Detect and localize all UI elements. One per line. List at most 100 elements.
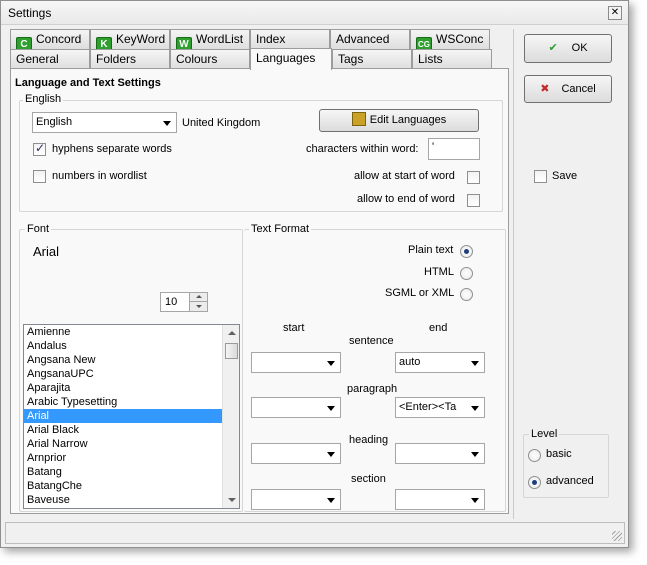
tab-wordlist[interactable]: W WordList (170, 29, 250, 49)
section-start-combo[interactable] (251, 489, 341, 510)
tab-label: Advanced (336, 32, 390, 46)
chevron-down-icon (327, 452, 335, 457)
stepper-up-icon[interactable] (189, 293, 207, 302)
chevron-down-icon (163, 121, 171, 126)
plain-text-radio[interactable] (460, 245, 473, 258)
basic-radio[interactable] (528, 449, 541, 462)
sentence-end-value: auto (399, 356, 421, 368)
tab-folders[interactable]: Folders (90, 49, 170, 69)
scroll-down-icon[interactable] (228, 498, 236, 502)
numbers-checkbox[interactable] (33, 170, 46, 183)
paragraph-label: paragraph (347, 383, 398, 395)
sentence-end-combo[interactable]: auto (395, 352, 485, 373)
allow-start-checkbox[interactable] (467, 171, 480, 184)
chevron-down-icon (471, 452, 479, 457)
tab-colours[interactable]: Colours (170, 49, 250, 69)
chevron-down-icon (471, 406, 479, 411)
cancel-button[interactable]: ✖ Cancel (524, 75, 612, 103)
allow-end-label: allow to end of word (357, 193, 455, 205)
allow-end-checkbox[interactable] (467, 194, 480, 207)
font-list-item[interactable]: Arial Black (24, 423, 222, 437)
font-list-item[interactable]: Amienne (24, 325, 222, 339)
font-list-item[interactable]: Angsana New (24, 353, 222, 367)
numbers-label: numbers in wordlist (52, 170, 147, 182)
tab-label: General (16, 52, 59, 66)
tab-wsconc[interactable]: CG WSConc (410, 29, 490, 49)
status-bar (5, 522, 625, 544)
paragraph-end-value: <Enter><Ta (399, 401, 457, 413)
plain-text-label: Plain text (408, 244, 454, 256)
save-checkbox[interactable] (534, 170, 547, 183)
tab-concord[interactable]: C Concord (10, 29, 90, 49)
font-list-item[interactable]: Baveuse (24, 493, 222, 507)
font-list-item[interactable]: AngsanaUPC (24, 367, 222, 381)
font-list-scrollbar[interactable] (222, 325, 239, 508)
tab-keyword[interactable]: K KeyWord (90, 29, 170, 49)
edit-languages-button[interactable]: Edit Languages (319, 109, 479, 132)
tab-label: Concord (36, 32, 82, 46)
font-list-item[interactable]: Andalus (24, 339, 222, 353)
font-list-item[interactable]: Aparajita (24, 381, 222, 395)
scroll-thumb[interactable] (225, 343, 238, 359)
tab-advanced[interactable]: Advanced (330, 29, 410, 49)
font-list-item[interactable]: Arabic Typesetting (24, 395, 222, 409)
region-label: United Kingdom (182, 117, 261, 129)
edit-languages-label: Edit Languages (369, 114, 447, 126)
paragraph-end-combo[interactable]: <Enter><Ta (395, 397, 485, 418)
keyword-icon: K (96, 37, 112, 49)
advanced-radio[interactable] (528, 476, 541, 489)
tab-lists[interactable]: Lists (412, 49, 492, 69)
sgml-label: SGML or XML (385, 287, 455, 299)
text-format-title: Text Format (249, 223, 312, 235)
heading-start-combo[interactable] (251, 443, 341, 464)
scroll-up-icon[interactable] (228, 331, 236, 335)
title-bar: Settings ✕ (1, 1, 628, 25)
sgml-radio[interactable] (460, 288, 473, 301)
resize-grip-icon[interactable] (612, 531, 622, 541)
sentence-label: sentence (349, 335, 394, 347)
font-list-item[interactable]: Arial (24, 409, 222, 423)
html-label: HTML (424, 266, 454, 278)
sidebar-divider (513, 29, 514, 519)
font-size-stepper[interactable]: 10 (160, 292, 208, 312)
close-icon[interactable]: ✕ (608, 6, 622, 20)
hyphens-label: hyphens separate words (52, 143, 172, 155)
heading-end-combo[interactable] (395, 443, 485, 464)
section-end-combo[interactable] (395, 489, 485, 510)
font-list-item[interactable]: Arnprior (24, 451, 222, 465)
wordlist-icon: W (176, 37, 192, 49)
stepper-down-icon[interactable] (189, 302, 207, 311)
sentence-start-combo[interactable] (251, 352, 341, 373)
end-column-label: end (429, 322, 448, 334)
tab-languages[interactable]: Languages (250, 48, 332, 70)
chevron-down-icon (471, 361, 479, 366)
wsconc-icon: CG (416, 37, 432, 49)
font-list[interactable]: Amienne Andalus Angsana New AngsanaUPC Apara… (23, 324, 240, 509)
tab-index[interactable]: Index (250, 29, 330, 49)
ok-label: OK (571, 42, 588, 54)
tab-label: Languages (256, 51, 316, 65)
language-combo[interactable]: English (32, 112, 177, 133)
font-list-item[interactable]: Batang (24, 465, 222, 479)
font-list-item[interactable]: Arial Narrow (24, 437, 222, 451)
font-size-value: 10 (165, 296, 178, 308)
font-list-item[interactable]: BatangChe (24, 479, 222, 493)
paragraph-start-combo[interactable] (251, 397, 341, 418)
chars-within-field[interactable]: ' (428, 138, 480, 160)
hyphens-checkbox[interactable] (33, 141, 46, 156)
tab-label: KeyWord (116, 32, 166, 46)
edit-languages-icon (351, 112, 366, 126)
tab-label: Colours (176, 52, 218, 66)
html-radio[interactable] (460, 267, 473, 280)
tab-tags[interactable]: Tags (332, 49, 412, 69)
concord-icon: C (16, 37, 32, 49)
advanced-label: advanced (546, 475, 594, 487)
save-label: Save (552, 170, 578, 182)
tab-label: WSConc (436, 32, 484, 46)
tab-general[interactable]: General (10, 49, 90, 69)
settings-window: Settings ✕ C Concord K KeyWord W WordList I… (0, 0, 629, 548)
cancel-label: Cancel (561, 83, 596, 95)
window-title: Settings (8, 6, 52, 20)
ok-button[interactable]: ✔ OK (524, 34, 612, 63)
chevron-down-icon (471, 498, 479, 503)
